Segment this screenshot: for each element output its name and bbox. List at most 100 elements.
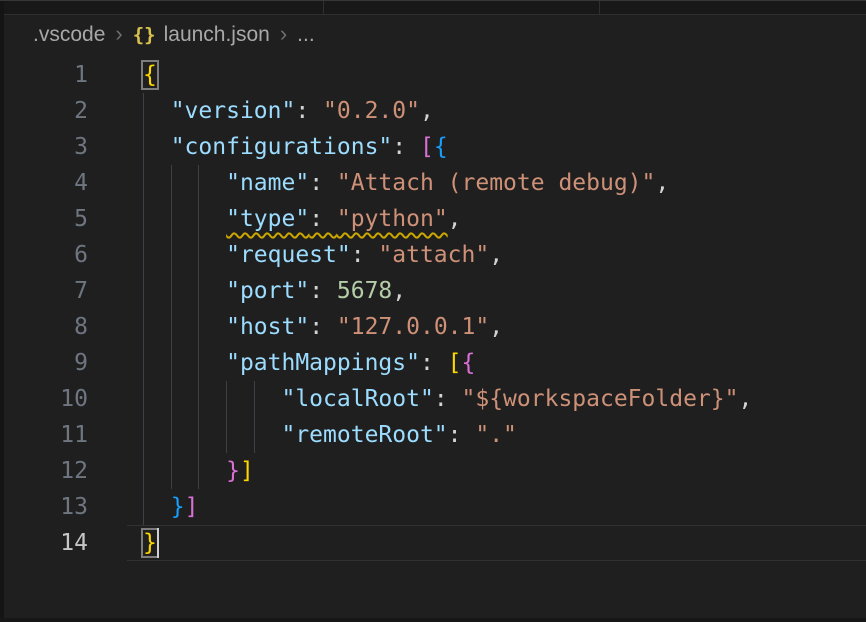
line-number[interactable]: 6	[0, 237, 100, 273]
code-token	[143, 134, 171, 160]
tab-divider	[323, 1, 324, 14]
code-token	[143, 494, 171, 520]
window-left-edge	[0, 1, 4, 622]
line-number[interactable]: 3	[0, 129, 100, 165]
indent-guide	[254, 381, 255, 417]
code-token	[143, 242, 226, 268]
code-token	[143, 98, 171, 124]
code-token: "host"	[226, 314, 309, 340]
code-line: 13 }]	[0, 489, 866, 525]
tab-strip[interactable]	[0, 1, 866, 15]
indent-guide	[143, 309, 144, 345]
code-token: ,	[489, 242, 503, 268]
code-text[interactable]: "port": 5678,	[100, 273, 866, 309]
line-number[interactable]: 9	[0, 345, 100, 381]
code-token: :	[392, 134, 420, 160]
indent-guide	[143, 489, 144, 525]
code-text[interactable]: "remoteRoot": "."	[100, 417, 866, 453]
indent-guide	[171, 201, 172, 237]
indent-guide	[198, 273, 199, 309]
code-token: ,	[392, 278, 406, 304]
code-token: "localRoot"	[281, 386, 433, 412]
code-token: {	[462, 350, 476, 376]
indent-guide	[198, 201, 199, 237]
code-text[interactable]: "type": "python",	[100, 201, 866, 237]
indent-guide	[171, 309, 172, 345]
code-token: :	[309, 170, 337, 196]
indent-guide	[143, 381, 144, 417]
code-token	[143, 386, 281, 412]
indent-guide	[226, 417, 227, 453]
line-number[interactable]: 14	[0, 525, 100, 561]
line-number[interactable]: 7	[0, 273, 100, 309]
line-number[interactable]: 11	[0, 417, 100, 453]
code-token: ,	[655, 170, 669, 196]
line-number[interactable]: 1	[0, 57, 100, 93]
matched-bracket: {	[143, 62, 157, 88]
breadcrumb-folder[interactable]: .vscode	[33, 23, 105, 47]
code-token: "port"	[226, 278, 309, 304]
indent-guide	[198, 453, 199, 489]
code-token: "remoteRoot"	[281, 422, 447, 448]
indent-guide	[143, 237, 144, 273]
code-area[interactable]: 1 {2 "version": "0.2.0",3 "configurations…	[0, 55, 866, 561]
code-token: "python"	[337, 206, 448, 232]
matched-bracket: }	[143, 530, 157, 556]
code-text[interactable]: "host": "127.0.0.1",	[100, 309, 866, 345]
code-token: "."	[475, 422, 517, 448]
code-line: 5 "type": "python",	[0, 201, 866, 237]
code-token: "Attach (remote debug)"	[337, 170, 656, 196]
code-token	[143, 314, 226, 340]
code-token: "127.0.0.1"	[337, 314, 489, 340]
indent-guide	[143, 417, 144, 453]
code-token: "name"	[226, 170, 309, 196]
indent-guide	[198, 345, 199, 381]
code-token: ]	[185, 494, 199, 520]
code-text[interactable]: "pathMappings": [{	[100, 345, 866, 381]
breadcrumb-symbol[interactable]: ...	[297, 23, 315, 47]
code-line: 7 "port": 5678,	[0, 273, 866, 309]
code-text[interactable]: {	[100, 57, 866, 93]
json-braces-icon: {}	[133, 24, 156, 46]
code-token: "version"	[171, 98, 296, 124]
indent-guide	[143, 129, 144, 165]
code-text[interactable]: "version": "0.2.0",	[100, 93, 866, 129]
code-text[interactable]: }	[100, 525, 866, 561]
code-line: 2 "version": "0.2.0",	[0, 93, 866, 129]
code-token: {	[434, 134, 448, 160]
code-token: }	[171, 494, 185, 520]
code-token	[143, 170, 226, 196]
breadcrumb: .vscode › {}launch.json › ...	[0, 15, 866, 55]
indent-guide	[143, 453, 144, 489]
chevron-right-icon: ›	[115, 21, 122, 47]
code-line: 10 "localRoot": "${workspaceFolder}",	[0, 381, 866, 417]
line-number[interactable]: 8	[0, 309, 100, 345]
code-text[interactable]: "request": "attach",	[100, 237, 866, 273]
line-number[interactable]: 10	[0, 381, 100, 417]
code-token	[143, 422, 281, 448]
line-number[interactable]: 5	[0, 201, 100, 237]
tab-divider	[599, 1, 600, 14]
code-line: 3 "configurations": [{	[0, 129, 866, 165]
code-token: }	[226, 458, 240, 484]
code-token: :	[351, 242, 379, 268]
code-text[interactable]: "localRoot": "${workspaceFolder}",	[100, 381, 866, 417]
indent-guide	[198, 309, 199, 345]
code-token: ,	[448, 206, 462, 232]
code-text[interactable]: }]	[100, 453, 866, 489]
line-number[interactable]: 4	[0, 165, 100, 201]
line-number[interactable]: 13	[0, 489, 100, 525]
code-line: 8 "host": "127.0.0.1",	[0, 309, 866, 345]
code-token: "attach"	[378, 242, 489, 268]
indent-guide	[198, 417, 199, 453]
code-text[interactable]: "configurations": [{	[100, 129, 866, 165]
code-token: ]	[240, 458, 254, 484]
indent-guide	[171, 417, 172, 453]
code-line: 14}	[0, 525, 866, 561]
code-text[interactable]: }]	[100, 489, 866, 525]
line-number[interactable]: 2	[0, 93, 100, 129]
indent-guide	[143, 93, 144, 129]
code-text[interactable]: "name": "Attach (remote debug)",	[100, 165, 866, 201]
breadcrumb-file[interactable]: {}launch.json	[133, 23, 270, 47]
line-number[interactable]: 12	[0, 453, 100, 489]
